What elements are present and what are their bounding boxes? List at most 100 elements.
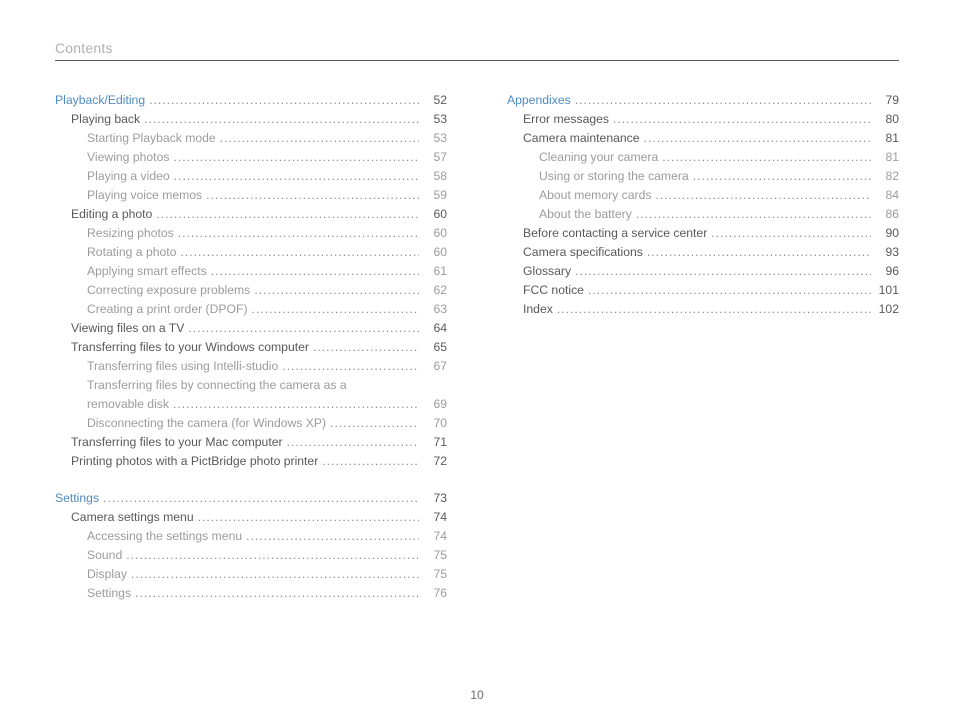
toc-leaders <box>322 452 419 471</box>
toc-label: Viewing photos <box>87 148 169 167</box>
toc-page-number: 102 <box>875 300 899 319</box>
toc-leaders <box>174 167 419 186</box>
toc-page-number: 72 <box>423 452 447 471</box>
toc-label: Index <box>523 300 553 319</box>
toc-entry[interactable]: Disconnecting the camera (for Windows XP… <box>55 414 447 433</box>
toc-page-number: 101 <box>875 281 899 300</box>
toc-leaders <box>575 262 871 281</box>
page-container: Contents Playback/Editing52Playing back5… <box>0 0 954 720</box>
toc-entry[interactable]: Starting Playback mode53 <box>55 129 447 148</box>
toc-page-number: 71 <box>423 433 447 452</box>
toc-entry[interactable]: removable disk69 <box>55 395 447 414</box>
toc-entry[interactable]: Creating a print order (DPOF)63 <box>55 300 447 319</box>
toc-leaders <box>198 508 419 527</box>
toc-page-number: 84 <box>875 186 899 205</box>
toc-page-number: 74 <box>423 527 447 546</box>
toc-entry[interactable]: Display75 <box>55 565 447 584</box>
toc-page-number: 61 <box>423 262 447 281</box>
toc-leaders <box>103 489 419 508</box>
toc-entry[interactable]: Camera specifications93 <box>507 243 899 262</box>
toc-label: Transferring files using Intelli-studio <box>87 357 278 376</box>
toc-label: Resizing photos <box>87 224 174 243</box>
toc-entry[interactable]: Index 102 <box>507 300 899 319</box>
toc-entry[interactable]: Accessing the settings menu74 <box>55 527 447 546</box>
toc-entry[interactable]: Transferring files by connecting the cam… <box>55 376 447 395</box>
toc-page-number: 75 <box>423 565 447 584</box>
toc-page-number: 73 <box>423 489 447 508</box>
toc-leaders <box>313 338 419 357</box>
toc-leaders <box>287 433 419 452</box>
toc-page-number: 75 <box>423 546 447 565</box>
toc-section-link[interactable]: Playback/Editing52 <box>55 91 447 110</box>
toc-leaders <box>647 243 871 262</box>
toc-entry[interactable]: Glossary96 <box>507 262 899 281</box>
toc-entry[interactable]: About the battery86 <box>507 205 899 224</box>
toc-leaders <box>220 129 419 148</box>
toc-page-number: 65 <box>423 338 447 357</box>
toc-page-number: 93 <box>875 243 899 262</box>
toc-page-number: 79 <box>875 91 899 110</box>
toc-label: Camera maintenance <box>523 129 640 148</box>
toc-entry[interactable]: Correcting exposure problems62 <box>55 281 447 300</box>
toc-label: Printing photos with a PictBridge photo … <box>71 452 318 471</box>
toc-entry[interactable]: Transferring files to your Windows compu… <box>55 338 447 357</box>
toc-entry[interactable]: Camera maintenance 81 <box>507 129 899 148</box>
toc-leaders <box>156 205 419 224</box>
page-number: 10 <box>0 688 954 702</box>
toc-label: Playing back <box>71 110 140 129</box>
toc-entry[interactable]: Camera settings menu74 <box>55 508 447 527</box>
toc-label: Appendixes <box>507 91 571 110</box>
toc-leaders <box>173 148 419 167</box>
toc-label: Playback/Editing <box>55 91 145 110</box>
toc-entry[interactable]: Editing a photo60 <box>55 205 447 224</box>
toc-page-number: 53 <box>423 110 447 129</box>
toc-section-link[interactable]: Settings73 <box>55 489 447 508</box>
toc-section-link[interactable]: Appendixes 79 <box>507 91 899 110</box>
toc-page-number: 69 <box>423 395 447 414</box>
toc-entry[interactable]: Transferring files using Intelli-studio6… <box>55 357 447 376</box>
toc-entry[interactable]: Using or storing the camera82 <box>507 167 899 186</box>
toc-label: Sound <box>87 546 122 565</box>
toc-leaders <box>330 414 419 433</box>
toc-entry[interactable]: About memory cards 84 <box>507 186 899 205</box>
toc-leaders <box>135 584 419 603</box>
toc-page-number: 81 <box>875 148 899 167</box>
toc-entry[interactable]: Cleaning your camera81 <box>507 148 899 167</box>
header-divider <box>55 60 899 61</box>
toc-entry[interactable]: Playing voice memos59 <box>55 186 447 205</box>
toc-entry[interactable]: Viewing photos57 <box>55 148 447 167</box>
toc-entry[interactable]: FCC notice101 <box>507 281 899 300</box>
toc-entry[interactable]: Viewing files on a TV64 <box>55 319 447 338</box>
toc-label: Error messages <box>523 110 609 129</box>
toc-page-number: 81 <box>875 129 899 148</box>
toc-leaders <box>131 565 419 584</box>
toc-leaders <box>711 224 871 243</box>
toc-page-number: 80 <box>875 110 899 129</box>
toc-entry[interactable]: Settings76 <box>55 584 447 603</box>
toc-label: Before contacting a service center <box>523 224 707 243</box>
toc-leaders <box>557 300 871 319</box>
toc-entry[interactable]: Resizing photos60 <box>55 224 447 243</box>
toc-entry[interactable]: Printing photos with a PictBridge photo … <box>55 452 447 471</box>
toc-label: About memory cards <box>539 186 651 205</box>
toc-entry[interactable]: Playing a video58 <box>55 167 447 186</box>
toc-entry[interactable]: Error messages 80 <box>507 110 899 129</box>
toc-entry[interactable]: Rotating a photo60 <box>55 243 447 262</box>
toc-label: Transferring files to your Windows compu… <box>71 338 309 357</box>
toc-label: Viewing files on a TV <box>71 319 184 338</box>
section-gap <box>55 471 447 489</box>
toc-entry[interactable]: Sound 75 <box>55 546 447 565</box>
toc-leaders <box>655 186 871 205</box>
toc-page-number: 86 <box>875 205 899 224</box>
toc-entry[interactable]: Before contacting a service center90 <box>507 224 899 243</box>
toc-leaders <box>246 527 419 546</box>
toc-columns: Playback/Editing52Playing back53Starting… <box>55 91 899 603</box>
toc-entry[interactable]: Applying smart effects61 <box>55 262 447 281</box>
toc-leaders <box>693 167 871 186</box>
toc-label: Camera settings menu <box>71 508 194 527</box>
toc-leaders <box>211 262 419 281</box>
toc-entry[interactable]: Transferring files to your Mac computer7… <box>55 433 447 452</box>
toc-label: Starting Playback mode <box>87 129 216 148</box>
toc-page-number: 76 <box>423 584 447 603</box>
toc-entry[interactable]: Playing back 53 <box>55 110 447 129</box>
